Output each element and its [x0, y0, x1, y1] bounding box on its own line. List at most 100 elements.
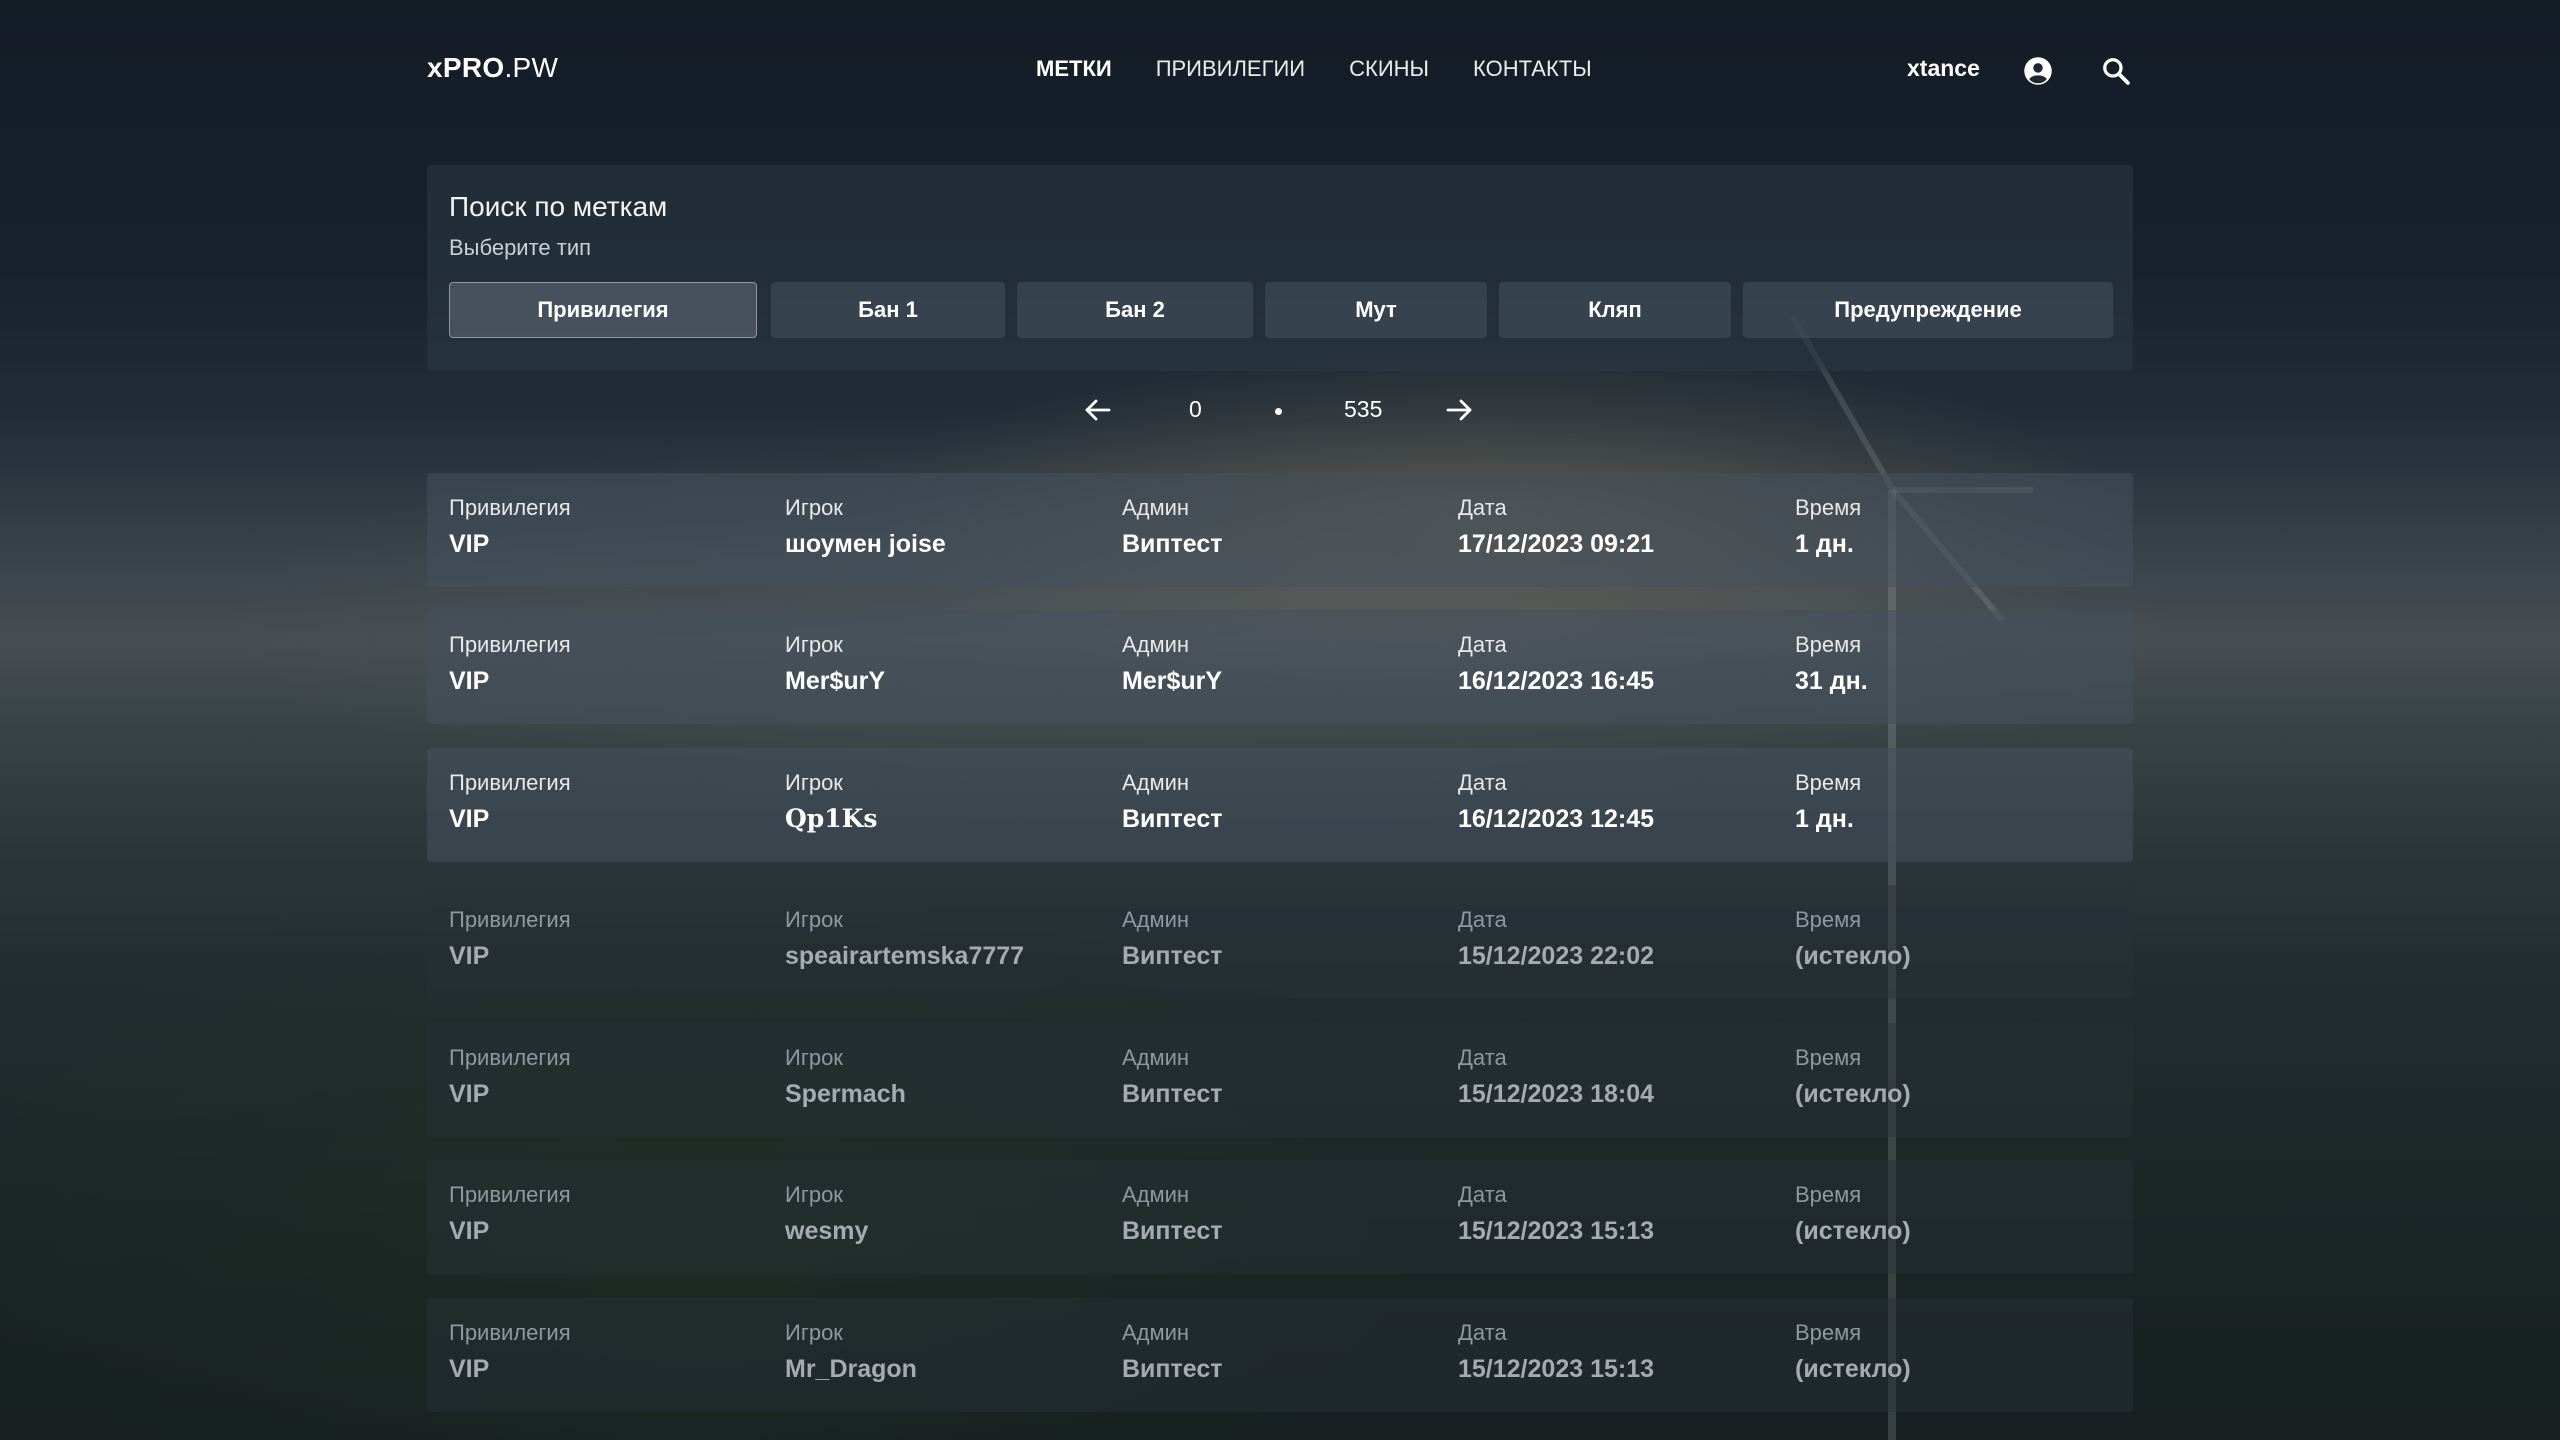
value-date: 16/12/2023 16:45 — [1458, 667, 1655, 695]
cell-time: Время (истекло) — [1795, 1320, 1911, 1384]
search-panel: Поиск по меткам Выберите тип Привилегия … — [427, 165, 2133, 371]
label-date: Дата — [1458, 495, 1507, 520]
cell-admin: Админ Виптест — [1122, 1182, 1223, 1246]
logo-bold-text: xPRO — [427, 52, 505, 83]
cell-player: Игрок Qp1Ks — [785, 770, 877, 834]
cell-type: Привилегия VIP — [449, 770, 571, 834]
label-date: Дата — [1458, 1182, 1507, 1207]
nav-item-contacts[interactable]: КОНТАКТЫ — [1473, 56, 1592, 82]
value-time: (истекло) — [1795, 1355, 1911, 1383]
value-time: 31 дн. — [1795, 667, 1868, 695]
value-type: VIP — [449, 1080, 490, 1108]
value-date: 15/12/2023 15:13 — [1458, 1217, 1655, 1245]
label-admin: Админ — [1122, 1045, 1190, 1070]
label-time: Время — [1795, 495, 1862, 520]
value-time: (истекло) — [1795, 942, 1911, 970]
type-button-ban1[interactable]: Бан 1 — [771, 282, 1005, 338]
search-icon[interactable] — [2101, 56, 2131, 86]
type-button-warning[interactable]: Предупреждение — [1743, 282, 2113, 338]
record-row[interactable]: Привилегия VIP Игрок speairartemska7777 Ад… — [427, 885, 2133, 999]
type-button-mute[interactable]: Мут — [1265, 282, 1487, 338]
value-date: 15/12/2023 15:13 — [1458, 1355, 1655, 1383]
value-player: Qp1Ks — [785, 804, 878, 833]
label-player: Игрок — [785, 1320, 843, 1345]
label-admin: Админ — [1122, 1182, 1190, 1207]
cell-time: Время 31 дн. — [1795, 632, 1868, 696]
cell-type: Привилегия VIP — [449, 1320, 571, 1384]
label-admin: Админ — [1122, 495, 1190, 520]
cell-date: Дата 15/12/2023 18:04 — [1458, 1045, 1654, 1109]
search-subtitle: Выберите тип — [449, 235, 592, 260]
value-type: VIP — [449, 805, 490, 833]
page-total: 535 — [1344, 396, 1383, 422]
label-type: Привилегия — [449, 1182, 571, 1207]
label-type: Привилегия — [449, 1320, 571, 1345]
label-admin: Админ — [1122, 1320, 1190, 1345]
value-date: 16/12/2023 12:45 — [1458, 805, 1655, 833]
label-player: Игрок — [785, 1182, 843, 1207]
type-button-privilege[interactable]: Привилегия — [449, 282, 757, 338]
value-admin: Виптест — [1122, 530, 1223, 558]
cell-player: Игрок шоумен joise — [785, 495, 946, 559]
label-type: Привилегия — [449, 770, 571, 795]
value-player: wesmy — [785, 1217, 869, 1245]
label-time: Время — [1795, 1182, 1862, 1207]
nav-item-privileges[interactable]: ПРИВИЛЕГИИ — [1156, 56, 1305, 82]
nav-item-marks[interactable]: МЕТКИ — [1036, 56, 1112, 82]
value-time: (истекло) — [1795, 1080, 1911, 1108]
label-time: Время — [1795, 1045, 1862, 1070]
value-player: Spermach — [785, 1080, 906, 1108]
label-player: Игрок — [785, 495, 843, 520]
cell-type: Привилегия VIP — [449, 495, 571, 559]
value-admin: Виптест — [1122, 942, 1223, 970]
cell-type: Привилегия VIP — [449, 1182, 571, 1246]
cell-type: Привилегия VIP — [449, 1045, 571, 1109]
type-button-ban2[interactable]: Бан 2 — [1017, 282, 1253, 338]
record-row[interactable]: Привилегия VIP Игрок шоумен joise Админ Вип… — [427, 473, 2133, 587]
cell-player: Игрок speairartemska7777 — [785, 907, 1024, 971]
value-type: VIP — [449, 667, 490, 695]
cell-date: Дата 16/12/2023 12:45 — [1458, 770, 1654, 834]
cell-time: Время (истекло) — [1795, 1045, 1911, 1109]
label-date: Дата — [1458, 770, 1507, 795]
cell-date: Дата 16/12/2023 16:45 — [1458, 632, 1654, 696]
arrow-right-icon[interactable] — [1444, 390, 1474, 430]
value-type: VIP — [449, 1355, 490, 1383]
nav-item-skins[interactable]: СКИНЫ — [1349, 56, 1429, 82]
cell-admin: Админ Mer$urY — [1122, 632, 1222, 696]
cell-time: Время (истекло) — [1795, 907, 1911, 971]
arrow-left-icon[interactable] — [1083, 390, 1113, 430]
record-row[interactable]: Привилегия VIP Игрок wesmy Админ Виптест Да… — [427, 1160, 2133, 1274]
value-time: (истекло) — [1795, 1217, 1911, 1245]
cell-date: Дата 15/12/2023 15:13 — [1458, 1182, 1654, 1246]
cell-time: Время (истекло) — [1795, 1182, 1911, 1246]
value-time: 1 дн. — [1795, 805, 1854, 833]
value-date: 15/12/2023 22:02 — [1458, 942, 1655, 970]
pagination: 0 535 — [427, 390, 2133, 430]
value-admin: Mer$urY — [1122, 667, 1223, 695]
label-type: Привилегия — [449, 1045, 571, 1070]
value-type: VIP — [449, 530, 490, 558]
top-header: xPRO.PW МЕТКИ ПРИВИЛЕГИИ СКИНЫ КОНТАКТЫ … — [427, 0, 2133, 142]
cell-player: Игрок Mer$urY — [785, 632, 885, 696]
label-admin: Админ — [1122, 632, 1190, 657]
label-type: Привилегия — [449, 632, 571, 657]
label-type: Привилегия — [449, 907, 571, 932]
type-button-gag[interactable]: Кляп — [1499, 282, 1731, 338]
page-container: xPRO.PW МЕТКИ ПРИВИЛЕГИИ СКИНЫ КОНТАКТЫ … — [427, 0, 2133, 1412]
record-row[interactable]: Привилегия VIP Игрок Spermach Админ Виптест… — [427, 1023, 2133, 1137]
site-logo[interactable]: xPRO.PW — [427, 52, 558, 84]
label-date: Дата — [1458, 1045, 1507, 1070]
value-type: VIP — [449, 942, 490, 970]
main-nav: МЕТКИ ПРИВИЛЕГИИ СКИНЫ КОНТАКТЫ — [1036, 56, 1592, 82]
record-row[interactable]: Привилегия VIP Игрок Qp1Ks Админ Виптест Да… — [427, 748, 2133, 862]
cell-player: Игрок Mr_Dragon — [785, 1320, 917, 1384]
record-row[interactable]: Привилегия VIP Игрок Mr_Dragon Админ Виптес… — [427, 1298, 2133, 1412]
cell-admin: Админ Виптест — [1122, 1320, 1223, 1384]
account-circle-icon[interactable] — [2023, 56, 2053, 86]
value-player: speairartemska7777 — [785, 942, 1025, 970]
username-link[interactable]: xtance — [1907, 55, 1980, 82]
record-row[interactable]: Привилегия VIP Игрок Mer$urY Админ Mer$urY … — [427, 610, 2133, 724]
cell-type: Привилегия VIP — [449, 907, 571, 971]
label-type: Привилегия — [449, 495, 571, 520]
